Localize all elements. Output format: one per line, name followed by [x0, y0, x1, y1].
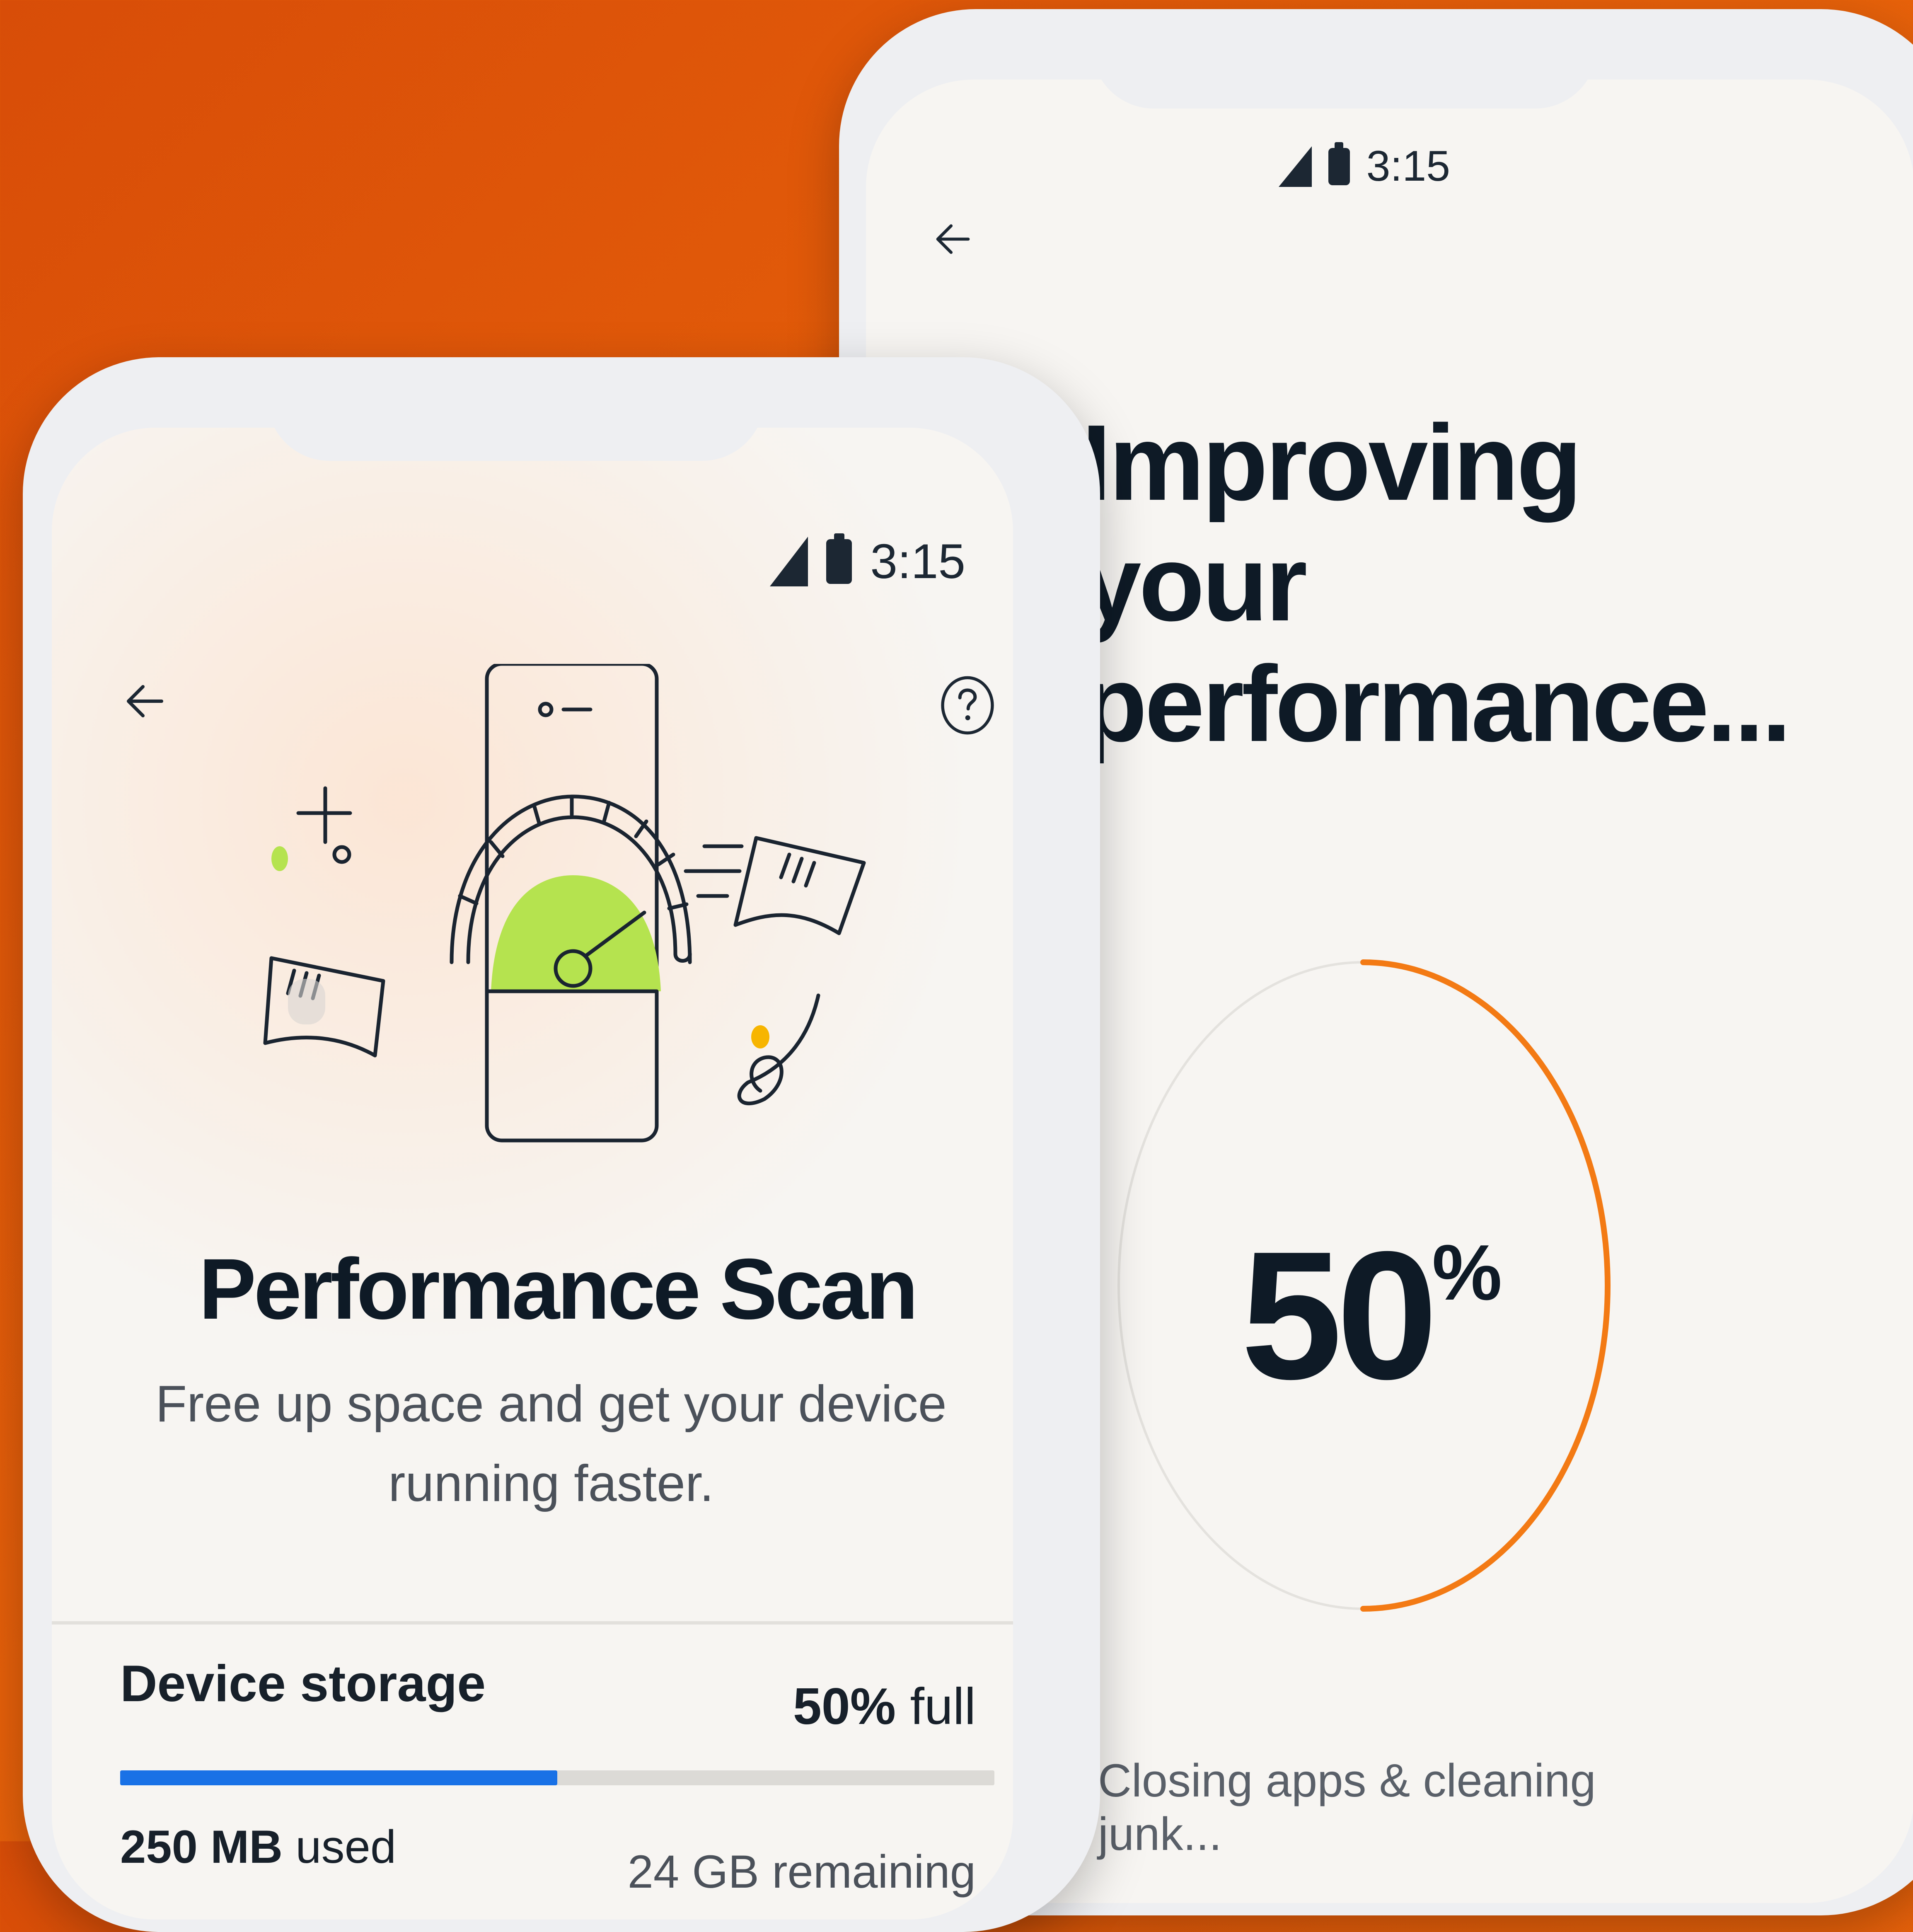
storage-used-value: 250 MB [120, 1821, 283, 1873]
storage-percent-value: 50% [793, 1678, 896, 1735]
page-title: Improving your performance... [1081, 403, 1827, 765]
phone-notch [1092, 9, 1597, 109]
status-time: 3:15 [1366, 142, 1450, 190]
signal-icon [1278, 146, 1312, 187]
back-arrow-icon[interactable] [120, 676, 170, 726]
progress-status-text: Closing apps & cleaning junk... [1098, 1755, 1596, 1860]
page-title: Performance Scan [198, 1241, 919, 1337]
battery-icon [826, 533, 852, 584]
battery-icon [1328, 142, 1350, 185]
storage-progress-bar [120, 1770, 994, 1785]
accent-dot-yellow [751, 1025, 769, 1048]
back-arrow-icon[interactable] [930, 216, 976, 262]
performance-scan-screen: 3:15 Performance Scan Free up space and … [52, 428, 1013, 1920]
signal-icon [770, 537, 808, 586]
status-bar: 3:15 [770, 533, 965, 590]
progress-unit: % [1432, 1229, 1502, 1317]
accent-dot-green [271, 846, 288, 871]
storage-used: 250 MB used [120, 1820, 396, 1874]
storage-used-suffix: used [295, 1821, 397, 1873]
performance-illustration [263, 664, 866, 1143]
title-line-1: Improving your [1081, 403, 1582, 644]
status-bar: 3:15 [1278, 142, 1450, 191]
phone-notch [267, 357, 764, 461]
front-phone-frame: 3:15 Performance Scan Free up space and … [23, 357, 1100, 1932]
storage-percent-suffix: full [910, 1678, 976, 1735]
status-time: 3:15 [870, 534, 965, 589]
storage-percent: 50% full [793, 1677, 976, 1736]
progress-percentage: 50% [1185, 1211, 1558, 1420]
help-icon[interactable] [934, 672, 1001, 738]
section-divider [52, 1621, 1013, 1625]
storage-label: Device storage [120, 1655, 486, 1712]
title-line-2: performance... [1081, 644, 1792, 765]
storage-progress-fill [120, 1770, 557, 1785]
page-subtitle: Free up space and get your device runnin… [155, 1375, 947, 1513]
progress-number: 50 [1241, 1214, 1438, 1417]
storage-remaining: 24 GB remaining [627, 1846, 976, 1898]
